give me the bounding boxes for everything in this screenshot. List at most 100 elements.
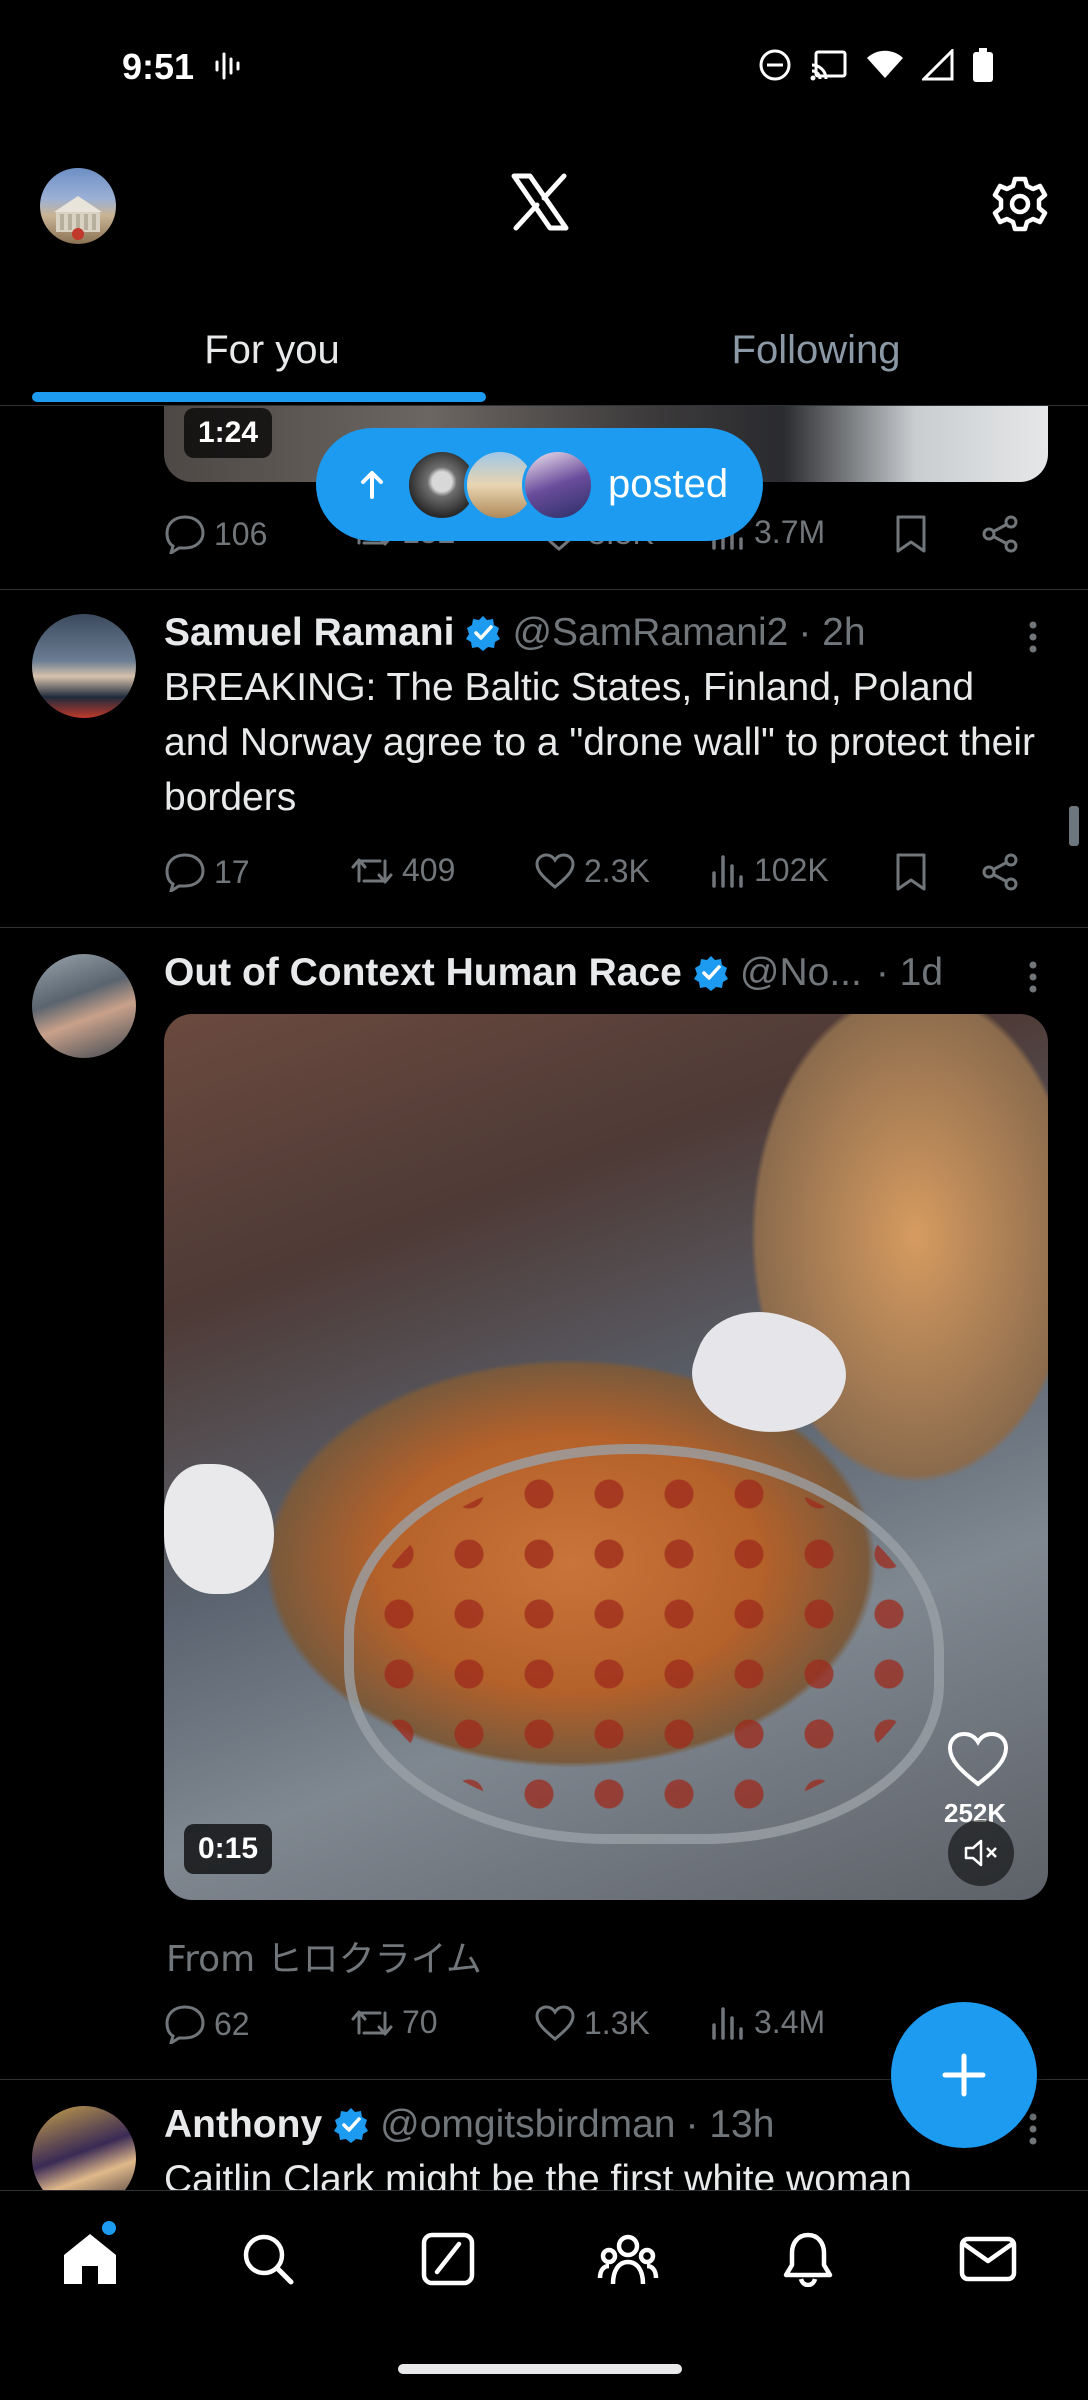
profile-avatar[interactable]: [40, 168, 116, 244]
post-text: BREAKING: The Baltic States, Finland, Po…: [164, 666, 1035, 819]
share-icon: [982, 853, 1018, 891]
share-button[interactable]: [980, 514, 1020, 554]
nav-messages[interactable]: [952, 2223, 1024, 2295]
new-posts-avatars: [406, 448, 594, 521]
search-icon: [243, 2234, 294, 2285]
repost-icon: [351, 858, 393, 883]
repost-button[interactable]: 409: [350, 852, 455, 889]
nav-communities[interactable]: [592, 2223, 664, 2295]
reply-button[interactable]: 17: [164, 852, 250, 892]
author-handle[interactable]: @SamRamani2: [512, 611, 788, 655]
messages-icon: [959, 2236, 1017, 2282]
like-button[interactable]: 2.3K: [534, 852, 650, 890]
views-button[interactable]: 102K: [710, 852, 829, 889]
more-options-icon[interactable]: [1028, 960, 1038, 994]
home-icon: [64, 2234, 116, 2284]
video-frame-pizza: [364, 1464, 924, 1824]
home-notification-dot: [102, 2221, 116, 2235]
x-logo-icon[interactable]: [510, 172, 570, 232]
like-count: 1.3K: [584, 2004, 650, 2041]
bookmark-icon: [896, 515, 926, 553]
heart-icon: [535, 2005, 575, 2041]
status-bar: 9:51: [0, 0, 1088, 130]
status-icons: [758, 48, 994, 82]
new-posts-label: posted: [608, 462, 729, 506]
post-time: · 1d: [875, 951, 944, 994]
compose-post-button[interactable]: [891, 2002, 1037, 2148]
video-frame-glove: [164, 1464, 274, 1594]
post-time: · 2h: [798, 611, 866, 654]
timeline-feed[interactable]: 1:24 106 152 3.5K 3.7M Samuel Ramani @S: [0, 406, 1088, 2190]
video-duration-badge: 0:15: [184, 1824, 273, 1874]
verified-badge-icon: [693, 956, 728, 991]
author-name[interactable]: Samuel Ramani: [164, 611, 454, 655]
audio-waveform-icon: [215, 52, 240, 80]
mute-button[interactable]: [948, 1820, 1014, 1886]
reply-button[interactable]: 106: [164, 514, 267, 554]
speaker-muted-icon: [964, 1839, 997, 1867]
author-handle[interactable]: @omgitsbirdman: [380, 2103, 675, 2147]
communities-icon: [597, 2234, 659, 2285]
bookmark-button[interactable]: [894, 514, 928, 554]
repost-count: 409: [402, 852, 456, 888]
views-icon: [712, 2006, 743, 2040]
bottom-navigation: [0, 2190, 1088, 2340]
new-posts-pill[interactable]: posted: [316, 428, 763, 541]
author-avatar[interactable]: [32, 2106, 136, 2190]
profile-avatar-image: [54, 196, 102, 240]
tab-following[interactable]: Following: [544, 300, 1088, 400]
bookmark-icon: [896, 853, 926, 891]
repost-button[interactable]: 70: [350, 2004, 438, 2041]
author-avatar[interactable]: [32, 614, 136, 718]
gesture-navigation-bar[interactable]: [398, 2364, 682, 2374]
notifications-icon: [783, 2232, 833, 2287]
post-media-video[interactable]: 0:15 252K: [164, 1014, 1048, 1900]
reply-icon: [165, 515, 205, 554]
post-text: Caitlin Clark might be the first white w…: [164, 2158, 912, 2190]
video-like-icon[interactable]: [946, 1730, 1010, 1788]
views-button[interactable]: 3.4M: [710, 2004, 825, 2041]
more-options-icon[interactable]: [1028, 2112, 1038, 2146]
wifi-icon: [867, 50, 903, 78]
like-count: 2.3K: [584, 852, 650, 889]
verified-badge-icon: [334, 2108, 369, 2143]
verified-badge-icon: [466, 616, 501, 651]
reply-button[interactable]: 62: [164, 2004, 250, 2044]
author-handle[interactable]: @No...: [740, 951, 862, 995]
plus-icon: [942, 2053, 986, 2097]
nav-search[interactable]: [232, 2223, 304, 2295]
post-divider: [0, 589, 1088, 590]
views-count: 3.4M: [754, 2004, 826, 2040]
views-count: 3.7M: [754, 514, 826, 550]
source-attribution[interactable]: From ヒロクライム: [166, 1930, 482, 1982]
cellular-signal-icon: [922, 49, 954, 81]
heart-icon: [535, 853, 575, 889]
repost-icon: [351, 2010, 393, 2035]
video-frame-glove: [678, 1291, 860, 1457]
more-options-icon[interactable]: [1028, 620, 1038, 654]
timeline-tabs: For you Following: [0, 300, 1088, 406]
avatar: [522, 448, 594, 521]
arrow-up-icon: [361, 470, 383, 499]
reply-count: 106: [214, 515, 268, 552]
nav-notifications[interactable]: [772, 2223, 844, 2295]
author-avatar[interactable]: [32, 954, 136, 1058]
post-divider: [0, 927, 1088, 928]
share-button[interactable]: [980, 852, 1020, 892]
bookmark-button[interactable]: [894, 852, 928, 892]
nav-home[interactable]: [54, 2223, 126, 2295]
video-duration-badge: 1:24: [184, 408, 273, 458]
author-name[interactable]: Anthony: [164, 2103, 322, 2147]
like-button[interactable]: 1.3K: [534, 2004, 650, 2042]
scrollbar-thumb[interactable]: [1069, 806, 1079, 846]
post-actions: 17 409 2.3K 102K: [164, 852, 1044, 902]
views-count: 102K: [754, 852, 829, 888]
reply-icon: [165, 853, 205, 892]
tab-for-you[interactable]: For you: [0, 300, 544, 400]
post-header: Samuel Ramani @SamRamani2 · 2h: [164, 608, 1044, 658]
post-time: · 13h: [685, 2103, 775, 2146]
gear-icon[interactable]: [990, 174, 1050, 234]
author-name[interactable]: Out of Context Human Race: [164, 951, 682, 995]
nav-grok[interactable]: [412, 2223, 484, 2295]
reply-count: 17: [214, 853, 250, 890]
